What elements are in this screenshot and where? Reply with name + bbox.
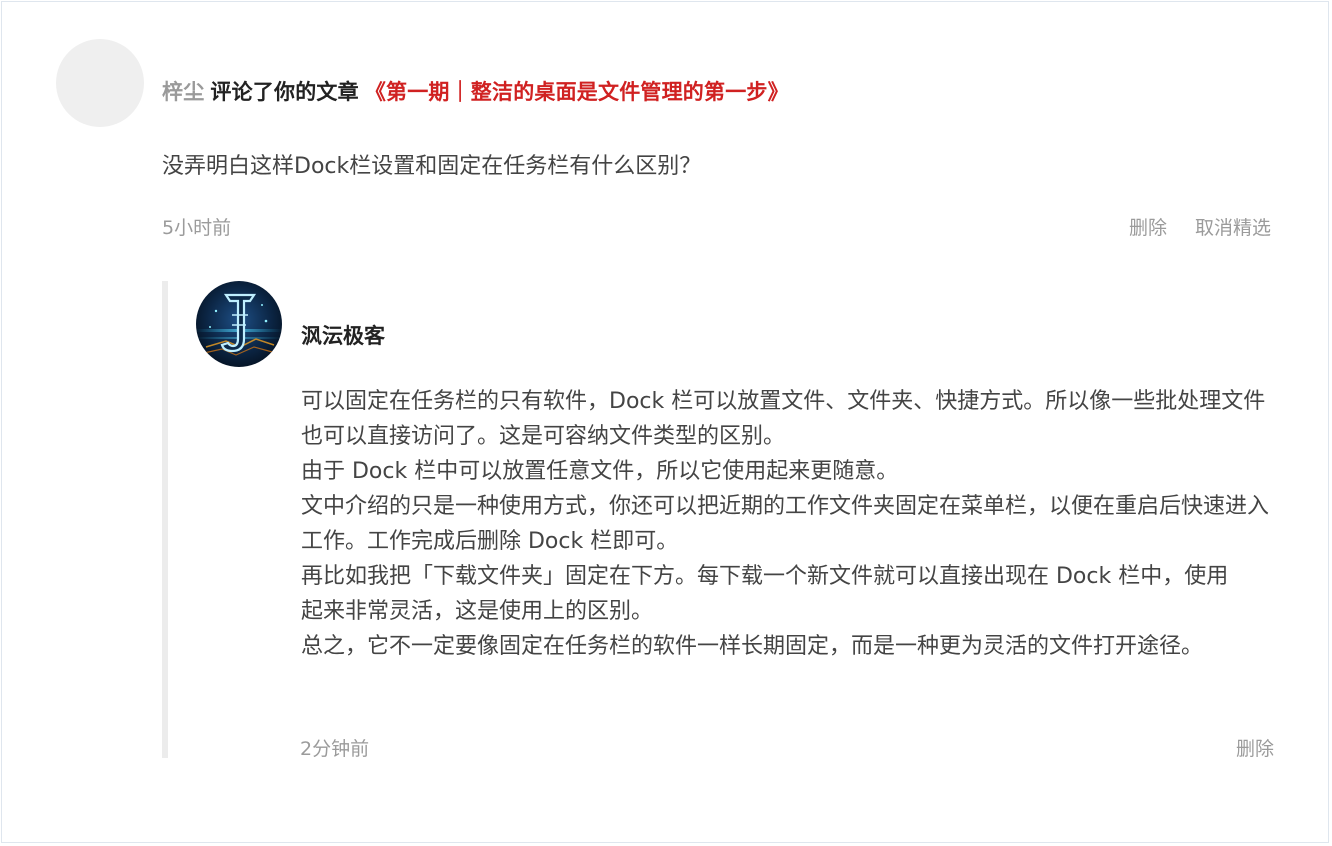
article-title-link[interactable]: 《第一期｜整洁的桌面是文件管理的第一步》	[365, 80, 789, 104]
reply-paragraph: 由于 Dock 栏中可以放置任意文件，所以它使用起来更随意。	[301, 459, 899, 484]
reply-author-name[interactable]: 沨沄极客	[301, 320, 385, 350]
reply-paragraph: 文中介绍的只是一种使用方式，你还可以把近期的工作文件夹固定在菜单栏，以便在重启后…	[301, 494, 1270, 554]
reply-paragraph: 可以固定在任务栏的只有软件，Dock 栏可以放置文件、文件夹、快捷方式。所以像一…	[301, 389, 1266, 449]
comment-timestamp: 5小时前	[162, 217, 232, 239]
author-logo-image	[196, 281, 282, 367]
unfeature-comment-button[interactable]: 取消精选	[1195, 213, 1271, 240]
reply-body: 可以固定在任务栏的只有软件，Dock 栏可以放置文件、文件夹、快捷方式。所以像一…	[301, 384, 1281, 664]
reply-timestamp: 2分钟前	[300, 738, 370, 760]
reply-paragraph: 再比如我把「下载文件夹」固定在下方。每下载一个新文件就可以直接出现在 Dock …	[301, 564, 1229, 624]
delete-comment-button[interactable]: 删除	[1129, 213, 1167, 240]
delete-reply-button[interactable]: 删除	[1236, 734, 1274, 761]
reply-author-avatar[interactable]	[196, 281, 282, 367]
reply-quote-bar	[162, 281, 168, 758]
comment-text: 没弄明白这样Dock栏设置和固定在任务栏有什么区别？	[162, 154, 702, 179]
notification-card: 梓尘 评论了你的文章 《第一期｜整洁的桌面是文件管理的第一步》 没弄明白这样Dock…	[1, 1, 1329, 843]
notification-header: 梓尘 评论了你的文章 《第一期｜整洁的桌面是文件管理的第一步》	[162, 76, 789, 106]
notification-action: 评论了你的文章	[210, 80, 359, 104]
commenter-avatar[interactable]	[56, 39, 144, 127]
reply-paragraph: 总之，它不一定要像固定在任务栏的软件一样长期固定，而是一种更为灵活的文件打开途径…	[301, 634, 1204, 659]
commenter-username[interactable]: 梓尘	[162, 80, 204, 104]
